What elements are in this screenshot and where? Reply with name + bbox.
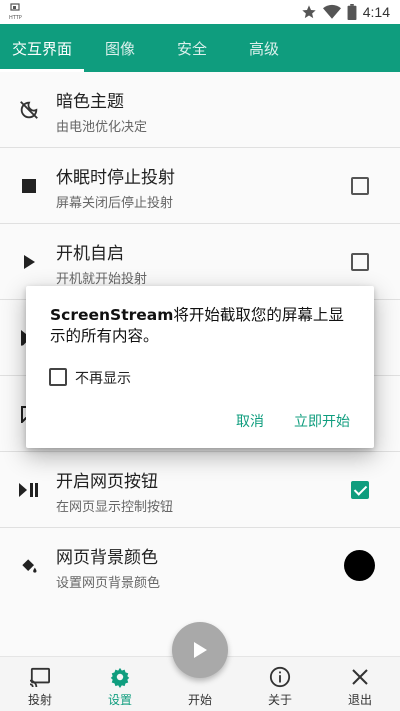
svg-text:HTTP: HTTP (9, 15, 22, 21)
stop-icon (17, 174, 41, 198)
play-pause-icon (17, 478, 41, 502)
dialog-message: ScreenStream将开始截取您的屏幕上显示的所有内容。 (50, 305, 355, 347)
wifi-icon (322, 4, 341, 19)
play-icon (194, 642, 207, 658)
info-icon (269, 666, 291, 688)
capture-permission-dialog: ScreenStream将开始截取您的屏幕上显示的所有内容。 不再显示 取消 立… (26, 286, 374, 448)
nav-label: 开始 (187, 693, 212, 707)
setting-title: 暗色主题 (56, 92, 124, 112)
nav-exit[interactable]: 退出 (320, 657, 400, 711)
start-fab[interactable] (172, 622, 228, 678)
nav-about[interactable]: 关于 (240, 657, 320, 711)
cancel-button[interactable]: 取消 (236, 411, 264, 431)
bg-color-swatch[interactable] (344, 550, 375, 581)
gear-icon (109, 666, 131, 688)
nav-cast[interactable]: 投射 (0, 657, 80, 711)
nav-label: 关于 (267, 693, 292, 707)
cast-http-icon: HTTP (9, 3, 22, 21)
tab-image[interactable]: 图像 (84, 24, 156, 72)
star-icon (302, 5, 316, 19)
setting-web-bg-color[interactable]: 网页背景颜色 设置网页背景颜色 (0, 528, 400, 604)
setting-subtitle: 开机就开始投射 (56, 272, 148, 287)
tab-security[interactable]: 安全 (156, 24, 228, 72)
paint-bucket-icon (17, 554, 41, 578)
setting-title: 休眠时停止投射 (56, 168, 175, 188)
tab-interface[interactable]: 交互界面 (0, 24, 84, 72)
nav-label: 设置 (107, 693, 132, 707)
setting-subtitle: 由电池优化决定 (56, 120, 148, 135)
setting-dark-theme[interactable]: 暗色主题 由电池优化决定 (0, 72, 400, 148)
clock: 4:14 (362, 4, 390, 20)
setting-web-buttons[interactable]: 开启网页按钮 在网页显示控制按钮 (0, 452, 400, 528)
setting-title: 开机自启 (56, 244, 124, 264)
dont-show-again-checkbox[interactable] (49, 368, 67, 386)
stop-on-sleep-checkbox[interactable] (351, 177, 369, 195)
tab-bar: 交互界面 图像 安全 高级 (0, 24, 400, 72)
dialog-app-name: ScreenStream (50, 306, 174, 324)
web-buttons-checkbox[interactable] (351, 481, 369, 499)
setting-subtitle: 屏幕关闭后停止投射 (56, 196, 174, 211)
setting-title: 开启网页按钮 (56, 472, 158, 492)
status-bar: HTTP 4:14 (0, 0, 400, 24)
setting-title: 网页背景颜色 (56, 548, 158, 568)
play-icon (17, 250, 41, 274)
battery-icon (347, 4, 357, 20)
setting-subtitle: 设置网页背景颜色 (56, 576, 161, 591)
nav-label: 投射 (27, 693, 52, 707)
start-now-button[interactable]: 立即开始 (294, 411, 350, 431)
setting-subtitle: 在网页显示控制按钮 (56, 500, 174, 515)
tab-advanced[interactable]: 高级 (228, 24, 300, 72)
cast-icon (29, 666, 51, 688)
setting-stop-on-sleep[interactable]: 休眠时停止投射 屏幕关闭后停止投射 (0, 148, 400, 224)
nav-label: 退出 (347, 693, 372, 707)
nav-settings[interactable]: 设置 (80, 657, 160, 711)
close-icon (349, 666, 371, 688)
theme-auto-icon (17, 98, 41, 122)
dont-show-again-label[interactable]: 不再显示 (75, 368, 131, 388)
autostart-checkbox[interactable] (351, 253, 369, 271)
